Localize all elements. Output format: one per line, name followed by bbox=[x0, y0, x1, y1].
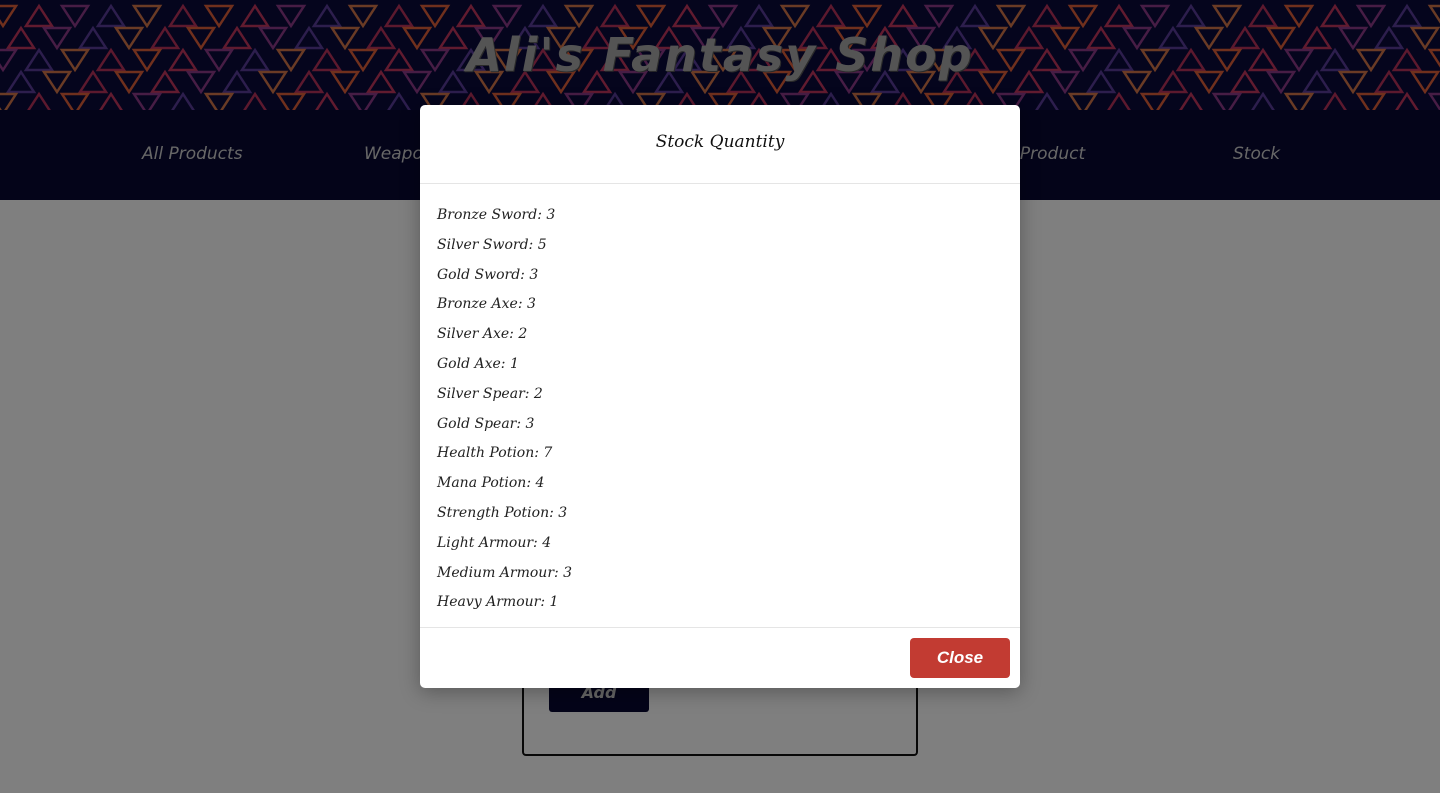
modal-title: Stock Quantity bbox=[655, 132, 785, 152]
stock-list: Bronze Sword: 3 Silver Sword: 5 Gold Swo… bbox=[437, 201, 572, 618]
stock-item: Heavy Armour: 1 bbox=[437, 594, 559, 611]
stock-item: Bronze Axe: 3 bbox=[437, 296, 536, 313]
stock-item: Health Potion: 7 bbox=[437, 445, 553, 462]
stock-quantity-modal: Stock Quantity Bronze Sword: 3 Silver Sw… bbox=[420, 105, 1020, 688]
modal-header: Stock Quantity bbox=[420, 105, 1020, 184]
stock-item: Silver Sword: 5 bbox=[437, 236, 547, 253]
stock-item: Silver Spear: 2 bbox=[437, 385, 543, 402]
stock-item: Medium Armour: 3 bbox=[437, 564, 573, 581]
close-button[interactable]: Close bbox=[910, 638, 1010, 678]
stock-item: Gold Sword: 3 bbox=[437, 266, 539, 283]
modal-body: Bronze Sword: 3 Silver Sword: 5 Gold Swo… bbox=[420, 185, 1020, 627]
stock-item: Mana Potion: 4 bbox=[437, 475, 545, 492]
stock-item: Gold Axe: 1 bbox=[437, 355, 519, 372]
stock-item: Bronze Sword: 3 bbox=[437, 207, 556, 223]
modal-footer: Close bbox=[420, 627, 1020, 688]
stock-item: Light Armour: 4 bbox=[437, 534, 552, 551]
stock-item: Gold Spear: 3 bbox=[437, 415, 535, 432]
stock-item: Strength Potion: 3 bbox=[437, 504, 568, 521]
stock-item: Silver Axe: 2 bbox=[437, 326, 528, 343]
